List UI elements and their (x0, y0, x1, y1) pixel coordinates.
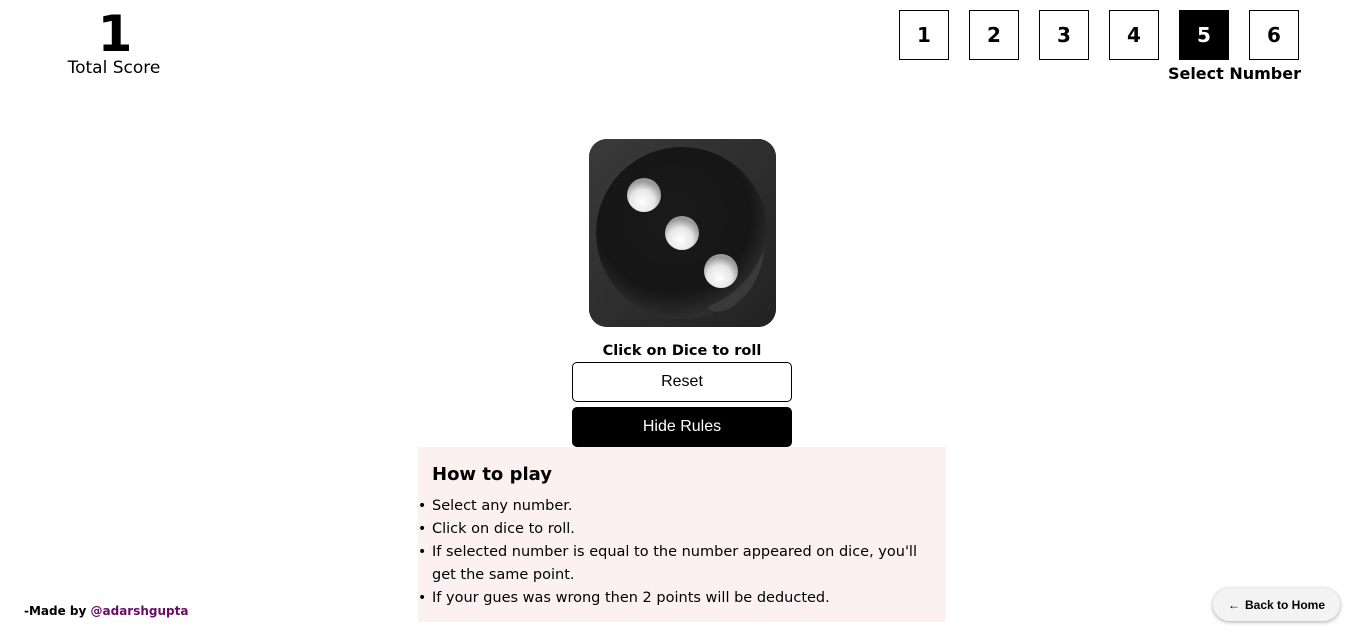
rule-item: • Select any number. (418, 495, 932, 518)
rule-item: • If selected number is equal to the numb… (418, 541, 932, 587)
made-by-credit: -Made by @adarshgupta (24, 603, 188, 619)
rule-text: If your gues was wrong then 2 points wil… (432, 590, 830, 606)
bullet-icon: • (418, 521, 427, 537)
reset-button[interactable]: Reset (572, 362, 792, 402)
number-button-3[interactable]: 3 (1039, 10, 1089, 60)
number-button-6[interactable]: 6 (1249, 10, 1299, 60)
dice[interactable] (589, 139, 776, 327)
author-handle-link[interactable]: @adarshgupta (91, 604, 189, 618)
rule-text: Click on dice to roll. (432, 521, 575, 537)
roll-hint: Click on Dice to roll (602, 343, 762, 359)
rule-item: • If your gues was wrong then 2 points wi… (418, 587, 932, 610)
score-value: 1 (97, 5, 133, 63)
rule-text: If selected number is equal to the numbe… (432, 544, 917, 583)
dice-face-icon (589, 139, 776, 327)
number-button-1[interactable]: 1 (899, 10, 949, 60)
rules-panel: How to play • Select any number. • Click o… (418, 447, 946, 622)
rules-list: • Select any number. • Click on dice to ro… (418, 495, 932, 610)
back-to-home-label: Back to Home (1244, 597, 1326, 612)
bullet-icon: • (418, 498, 427, 514)
select-number-label: Select Number (1167, 64, 1301, 83)
made-by-prefix: -Made by (24, 604, 91, 618)
bullet-icon: • (418, 544, 427, 560)
hide-rules-button[interactable]: Hide Rules (572, 407, 792, 447)
number-button-2[interactable]: 2 (969, 10, 1019, 60)
rule-text: Select any number. (432, 498, 573, 514)
back-to-home-button[interactable]: ← Back to Home (1213, 588, 1340, 621)
bullet-icon: • (418, 590, 427, 606)
number-button-5[interactable]: 5 (1179, 10, 1229, 60)
rules-title: How to play (432, 464, 552, 485)
number-button-4[interactable]: 4 (1109, 10, 1159, 60)
game-page: 1 Total Score 1 2 3 4 5 6 Select Number (0, 0, 1365, 641)
score-label: Total Score (67, 58, 161, 78)
arrow-left-icon: ← (1227, 597, 1240, 612)
total-score: 1 Total Score (60, 5, 168, 80)
rule-item: • Click on dice to roll. (418, 518, 932, 541)
